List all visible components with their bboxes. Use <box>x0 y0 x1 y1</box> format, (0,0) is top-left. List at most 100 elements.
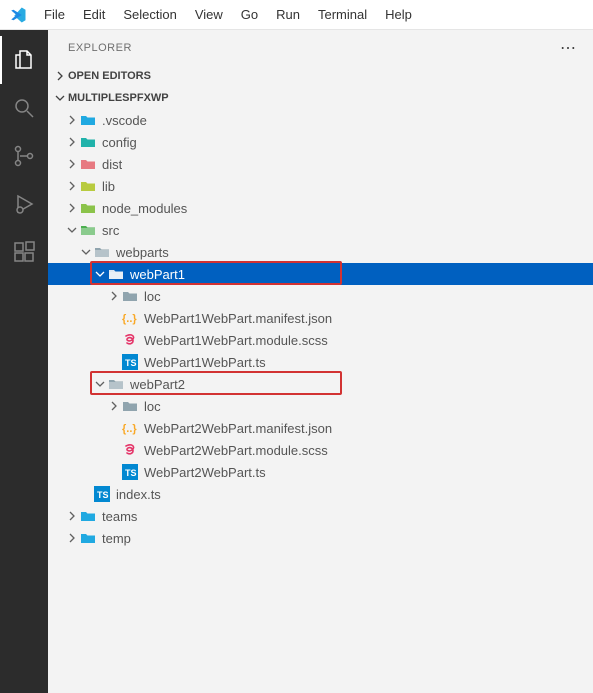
folder-lib[interactable]: lib <box>48 175 593 197</box>
tree-item-label: webPart2 <box>130 377 185 392</box>
menubar: FileEditSelectionViewGoRunTerminalHelp <box>0 0 593 30</box>
chevron-down-icon <box>92 376 108 392</box>
chevron-none <box>106 332 122 348</box>
folder-teams[interactable]: teams <box>48 505 593 527</box>
vscode-logo-icon <box>0 6 35 24</box>
chevron-right-icon <box>64 156 80 172</box>
folder-temp[interactable]: temp <box>48 527 593 549</box>
svg-text:{..}: {..} <box>122 423 137 435</box>
highlight-box <box>90 261 342 285</box>
folder-icon <box>108 266 124 282</box>
section-open-editors[interactable]: OPEN EDITORS <box>48 65 593 87</box>
folder-webpart1[interactable]: webPart1 <box>48 263 593 285</box>
svg-text:TS: TS <box>125 468 137 478</box>
tree-item-label: WebPart2WebPart.manifest.json <box>144 421 332 436</box>
folder-icon <box>80 134 96 150</box>
activity-run-debug[interactable] <box>0 180 48 228</box>
file-webpart2webpart-module-scss[interactable]: WebPart2WebPart.module.scss <box>48 439 593 461</box>
folder-icon <box>80 508 96 524</box>
menu-edit[interactable]: Edit <box>74 7 114 22</box>
tree-item-label: loc <box>144 399 161 414</box>
folder-icon <box>80 222 96 238</box>
tree-item-label: config <box>102 135 137 150</box>
tree-item-label: dist <box>102 157 122 172</box>
chevron-right-icon <box>64 530 80 546</box>
menu-help[interactable]: Help <box>376 7 421 22</box>
activity-source-control[interactable] <box>0 132 48 180</box>
tree-item-label: webPart1 <box>130 267 185 282</box>
file-webpart1webpart-ts[interactable]: TSWebPart1WebPart.ts <box>48 351 593 373</box>
activity-search[interactable] <box>0 84 48 132</box>
section-label: OPEN EDITORS <box>68 70 151 82</box>
folder-icon <box>94 244 110 260</box>
tree-item-label: index.ts <box>116 487 161 502</box>
tree-item-label: .vscode <box>102 113 147 128</box>
activity-explorer[interactable] <box>0 36 48 84</box>
chevron-right-icon <box>64 178 80 194</box>
folder-icon <box>80 530 96 546</box>
chevron-none <box>106 354 122 370</box>
tree-item-label: WebPart2WebPart.ts <box>144 465 266 480</box>
section-label: MULTIPLESPFXWP <box>68 92 169 104</box>
file-webpart2webpart-manifest-json[interactable]: {..} WebPart2WebPart.manifest.json <box>48 417 593 439</box>
folder-icon <box>108 376 124 392</box>
folder-loc[interactable]: loc <box>48 395 593 417</box>
chevron-none <box>106 420 122 436</box>
file-webpart2webpart-ts[interactable]: TS WebPart2WebPart.ts <box>48 461 593 483</box>
tree-item-label: loc <box>144 289 161 304</box>
ts-icon: TS <box>122 354 138 370</box>
tree-item-label: webparts <box>116 245 169 260</box>
tree-item-label: WebPart1WebPart.module.scss <box>144 333 328 348</box>
tree-item-label: src <box>102 223 119 238</box>
folder-src[interactable]: src <box>48 219 593 241</box>
chevron-right-icon <box>64 134 80 150</box>
section-project[interactable]: MULTIPLESPFXWP <box>48 87 593 109</box>
chevron-right-icon <box>52 68 68 84</box>
file-webpart1webpart-module-scss[interactable]: WebPart1WebPart.module.scss <box>48 329 593 351</box>
highlight-box <box>90 371 342 395</box>
folder-icon <box>122 398 138 414</box>
scss-icon <box>122 332 138 348</box>
chevron-down-icon <box>92 266 108 282</box>
chevron-down-icon <box>64 222 80 238</box>
more-actions-icon[interactable]: ⋯ <box>560 38 577 58</box>
chevron-right-icon <box>64 200 80 216</box>
tree-item-label: WebPart2WebPart.module.scss <box>144 443 328 458</box>
menu-go[interactable]: Go <box>232 7 267 22</box>
chevron-right-icon <box>106 288 122 304</box>
folder-webpart2[interactable]: webPart2 <box>48 373 593 395</box>
chevron-right-icon <box>106 398 122 414</box>
tree-item-label: lib <box>102 179 115 194</box>
menu-file[interactable]: File <box>35 7 74 22</box>
folder-config[interactable]: config <box>48 131 593 153</box>
chevron-down-icon <box>52 90 68 106</box>
sidebar-header: EXPLORER ⋯ <box>48 30 593 65</box>
activity-bar <box>0 30 48 693</box>
file-tree: .vscode config dist lib node_modulessrc webpa… <box>48 109 593 549</box>
folder-icon <box>80 178 96 194</box>
folder-loc[interactable]: loc <box>48 285 593 307</box>
folder--vscode[interactable]: .vscode <box>48 109 593 131</box>
tree-item-label: temp <box>102 531 131 546</box>
chevron-none <box>106 442 122 458</box>
menu-selection[interactable]: Selection <box>114 7 185 22</box>
explorer-sidebar: EXPLORER ⋯ OPEN EDITORS MULTIPLESPFXWP .… <box>48 30 593 693</box>
activity-extensions[interactable] <box>0 228 48 276</box>
ts-icon: TS <box>122 464 138 480</box>
folder-dist[interactable]: dist <box>48 153 593 175</box>
file-webpart1webpart-manifest-json[interactable]: {..}WebPart1WebPart.manifest.json <box>48 307 593 329</box>
folder-icon <box>80 112 96 128</box>
folder-webparts[interactable]: webparts <box>48 241 593 263</box>
scss-icon <box>122 442 138 458</box>
menu-run[interactable]: Run <box>267 7 309 22</box>
file-index-ts[interactable]: TS index.ts <box>48 483 593 505</box>
menu-terminal[interactable]: Terminal <box>309 7 376 22</box>
folder-icon <box>80 200 96 216</box>
folder-node-modules[interactable]: node_modules <box>48 197 593 219</box>
svg-text:TS: TS <box>97 490 109 500</box>
svg-text:{..}: {..} <box>122 313 137 325</box>
menu-view[interactable]: View <box>186 7 232 22</box>
ts-icon: TS <box>94 486 110 502</box>
folder-icon <box>122 288 138 304</box>
chevron-none <box>78 486 94 502</box>
